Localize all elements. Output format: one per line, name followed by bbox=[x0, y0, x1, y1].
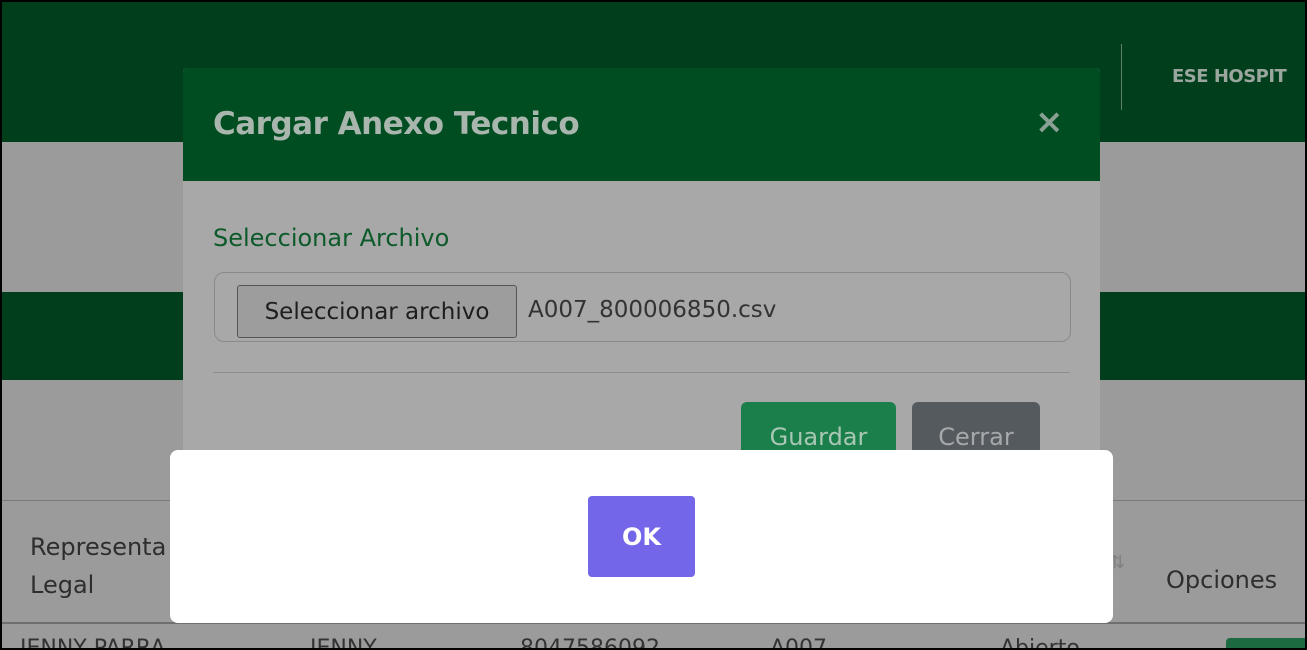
table-cell-rep-legal: JENNY PARRA bbox=[20, 636, 166, 650]
file-input[interactable]: Seleccionar archivo A007_800006850.csv bbox=[214, 272, 1071, 342]
selected-file-name: A007_800006850.csv bbox=[528, 297, 777, 323]
modal-header: Cargar Anexo Tecnico × bbox=[183, 68, 1100, 181]
table-row: JENNY PARRA JENNY 8047586092 A007 Abiert… bbox=[0, 636, 1307, 650]
ok-button[interactable]: OK bbox=[588, 496, 695, 577]
organization-name[interactable]: ESE HOSPIT bbox=[1172, 66, 1287, 87]
close-icon[interactable]: × bbox=[1035, 102, 1064, 142]
modal-title: Cargar Anexo Tecnico bbox=[213, 106, 580, 142]
table-cell-id: 8047586092 bbox=[520, 636, 660, 650]
column-header-opciones: Opciones bbox=[1166, 566, 1278, 594]
screen: ESE HOSPIT Representa Legal ⇅ Opciones J… bbox=[0, 0, 1307, 650]
upload-modal: Cargar Anexo Tecnico × Seleccionar Archi… bbox=[183, 68, 1100, 488]
navbar-divider bbox=[1121, 44, 1122, 110]
table-cell-code: A007 bbox=[770, 636, 828, 650]
row-action-button[interactable] bbox=[1226, 638, 1307, 650]
column-header-representante-legal[interactable]: Representa Legal bbox=[30, 528, 166, 604]
modal-divider bbox=[213, 372, 1070, 373]
file-field-label: Seleccionar Archivo bbox=[213, 224, 450, 252]
alert-dialog: OK bbox=[170, 450, 1113, 623]
table-cell-status: Abierto bbox=[1000, 636, 1080, 650]
table-cell-name: JENNY bbox=[310, 636, 377, 650]
choose-file-button[interactable]: Seleccionar archivo bbox=[237, 285, 517, 338]
